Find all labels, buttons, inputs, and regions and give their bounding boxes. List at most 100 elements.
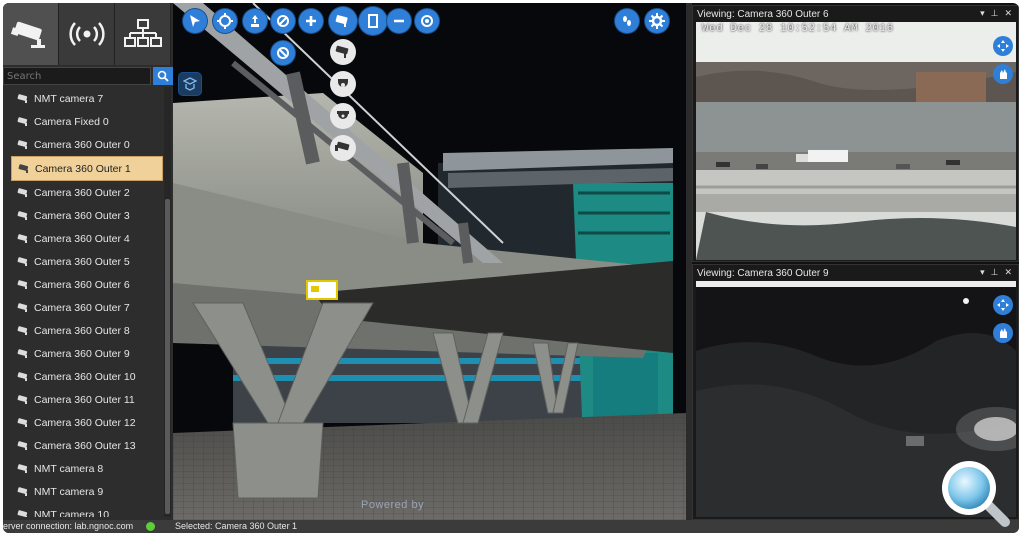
camera-icon	[17, 256, 28, 266]
camera-list-item[interactable]: Camera 360 Outer 8	[3, 319, 163, 342]
camera-list-item[interactable]: Camera Fixed 0	[3, 110, 163, 133]
camera-type-360[interactable]	[330, 135, 356, 161]
camera-list-item[interactable]: Camera 360 Outer 0	[3, 133, 163, 156]
eye-icon	[421, 15, 433, 27]
close-icon[interactable]: ✕	[1004, 9, 1012, 19]
camera-list-item[interactable]: Camera 360 Outer 3	[3, 204, 163, 227]
settings-button[interactable]	[645, 9, 669, 33]
camera-list-item[interactable]: Camera 360 Outer 2	[3, 181, 163, 204]
camera-type-dome[interactable]	[330, 103, 356, 129]
selected-item-label: Selected: Camera 360 Outer 1	[175, 521, 298, 531]
camera-list-label: NMT camera 7	[34, 92, 104, 105]
camera-list-label: Camera 360 Outer 10	[34, 370, 136, 383]
footsteps-icon	[623, 16, 631, 26]
dropdown-icon[interactable]: ▾	[980, 9, 985, 19]
camera-list-label: Camera 360 Outer 11	[34, 393, 135, 406]
door-tool-button[interactable]	[359, 7, 387, 35]
camera-list-label: Camera 360 Outer 13	[34, 439, 136, 452]
camera-icon	[17, 348, 28, 358]
camera-icon	[17, 93, 28, 103]
camera-type-fixed[interactable]	[330, 39, 356, 65]
camera-list-label: Camera 360 Outer 12	[34, 416, 136, 429]
camera-list-label: Camera Fixed 0	[34, 115, 109, 128]
plus-icon	[306, 16, 316, 26]
camera-list-label: Camera 360 Outer 9	[34, 347, 130, 360]
camera-list-item[interactable]: Camera 360 Outer 1	[11, 156, 163, 181]
camera-list-label: Camera 360 Outer 3	[34, 209, 130, 222]
camera-list-item[interactable]: NMT camera 8	[3, 457, 163, 480]
orbit-tool-button[interactable]	[213, 9, 237, 33]
zoom-in-button[interactable]	[299, 9, 323, 33]
camera-list-item[interactable]: NMT camera 10	[3, 503, 163, 517]
pan-icon	[251, 15, 259, 27]
search-button[interactable]	[153, 67, 173, 85]
ptz-move-button[interactable]	[993, 295, 1013, 315]
camera-list: NMT camera 7 Camera Fixed 0 Camera 360 Out…	[3, 87, 163, 517]
camera-type-ptz[interactable]	[330, 71, 356, 97]
camera-list-item[interactable]: NMT camera 7	[3, 87, 163, 110]
scrollbar-thumb[interactable]	[165, 199, 170, 514]
camera-view-top: Viewing: Camera 360 Outer 6 ▾ ⊥ ✕ Wed De…	[692, 5, 1019, 262]
dropdown-icon[interactable]: ▾	[980, 268, 985, 278]
camera-icon	[17, 233, 28, 243]
camera-icon	[17, 394, 28, 404]
camera-feed-daytime[interactable]: Wed Dec 28 10:52:54 AM 2016	[696, 22, 1016, 260]
close-icon[interactable]: ✕	[1004, 268, 1012, 278]
layer-button[interactable]	[179, 73, 201, 95]
camera-icon	[17, 509, 28, 517]
move-arrows-icon	[997, 40, 1009, 52]
camera-list-item[interactable]: Camera 360 Outer 6	[3, 273, 163, 296]
camera-list-item[interactable]: Camera 360 Outer 7	[3, 296, 163, 319]
search-input[interactable]	[3, 67, 151, 85]
door-icon	[368, 14, 378, 28]
app-window: NMT camera 7 Camera Fixed 0 Camera 360 Out…	[3, 3, 1019, 533]
zoom-out-button[interactable]	[387, 9, 411, 33]
dome-camera-icon	[337, 111, 349, 119]
add-camera-button[interactable]	[329, 7, 357, 35]
reset-view-button[interactable]	[271, 41, 295, 65]
tab-network[interactable]	[115, 3, 171, 65]
camera-icon	[17, 279, 28, 289]
3d-viewport[interactable]: Powered by	[173, 3, 686, 520]
tab-sensors[interactable]	[59, 3, 115, 65]
camera-icon	[17, 463, 28, 473]
camera-icon	[17, 486, 28, 496]
camera-list-item[interactable]: NMT camera 9	[3, 480, 163, 503]
camera-list-label: Camera 360 Outer 8	[34, 324, 130, 337]
sidebar: NMT camera 7 Camera Fixed 0 Camera 360 Out…	[3, 3, 173, 520]
camera-list-item[interactable]: Camera 360 Outer 9	[3, 342, 163, 365]
camera-list-label: Camera 360 Outer 6	[34, 278, 130, 291]
rotate-tool-button[interactable]	[271, 9, 295, 33]
orbit-icon	[217, 13, 233, 29]
camera-list-item[interactable]: Camera 360 Outer 5	[3, 250, 163, 273]
camera-list-item[interactable]: Camera 360 Outer 11	[3, 388, 163, 411]
search-bar	[3, 67, 173, 85]
ptz-camera-icon	[338, 79, 348, 87]
no-rotate-icon	[277, 47, 289, 59]
camera-list-label: Camera 360 Outer 1	[35, 162, 131, 175]
walk-mode-button[interactable]	[615, 9, 639, 33]
pin-icon[interactable]: ⊥	[991, 9, 999, 19]
mode-tabs	[3, 3, 173, 65]
rotate-icon	[277, 15, 289, 27]
ptz-zoom-button[interactable]	[993, 323, 1013, 343]
camera-icon	[17, 325, 28, 335]
camera-icon	[17, 187, 28, 197]
video-timestamp: Wed Dec 28 10:52:54 AM 2016	[702, 23, 894, 35]
camera-icon	[17, 417, 28, 427]
select-tool-button[interactable]	[183, 9, 207, 33]
powered-by-watermark: Powered by	[361, 499, 425, 511]
camera-list-item[interactable]: Camera 360 Outer 10	[3, 365, 163, 388]
camera-list-item[interactable]: Camera 360 Outer 13	[3, 434, 163, 457]
stadium-3d-scene	[173, 3, 686, 520]
pan-tool-button[interactable]	[243, 9, 267, 33]
camera-list-item[interactable]: Camera 360 Outer 4	[3, 227, 163, 250]
pin-icon[interactable]: ⊥	[991, 268, 999, 278]
broadcast-icon	[68, 22, 105, 46]
river-bridge-video	[696, 22, 1016, 260]
view-toggle-button[interactable]	[415, 9, 439, 33]
tab-cameras[interactable]	[3, 3, 59, 65]
ptz-move-button[interactable]	[993, 36, 1013, 56]
camera-list-item[interactable]: Camera 360 Outer 12	[3, 411, 163, 434]
ptz-zoom-button[interactable]	[993, 64, 1013, 84]
